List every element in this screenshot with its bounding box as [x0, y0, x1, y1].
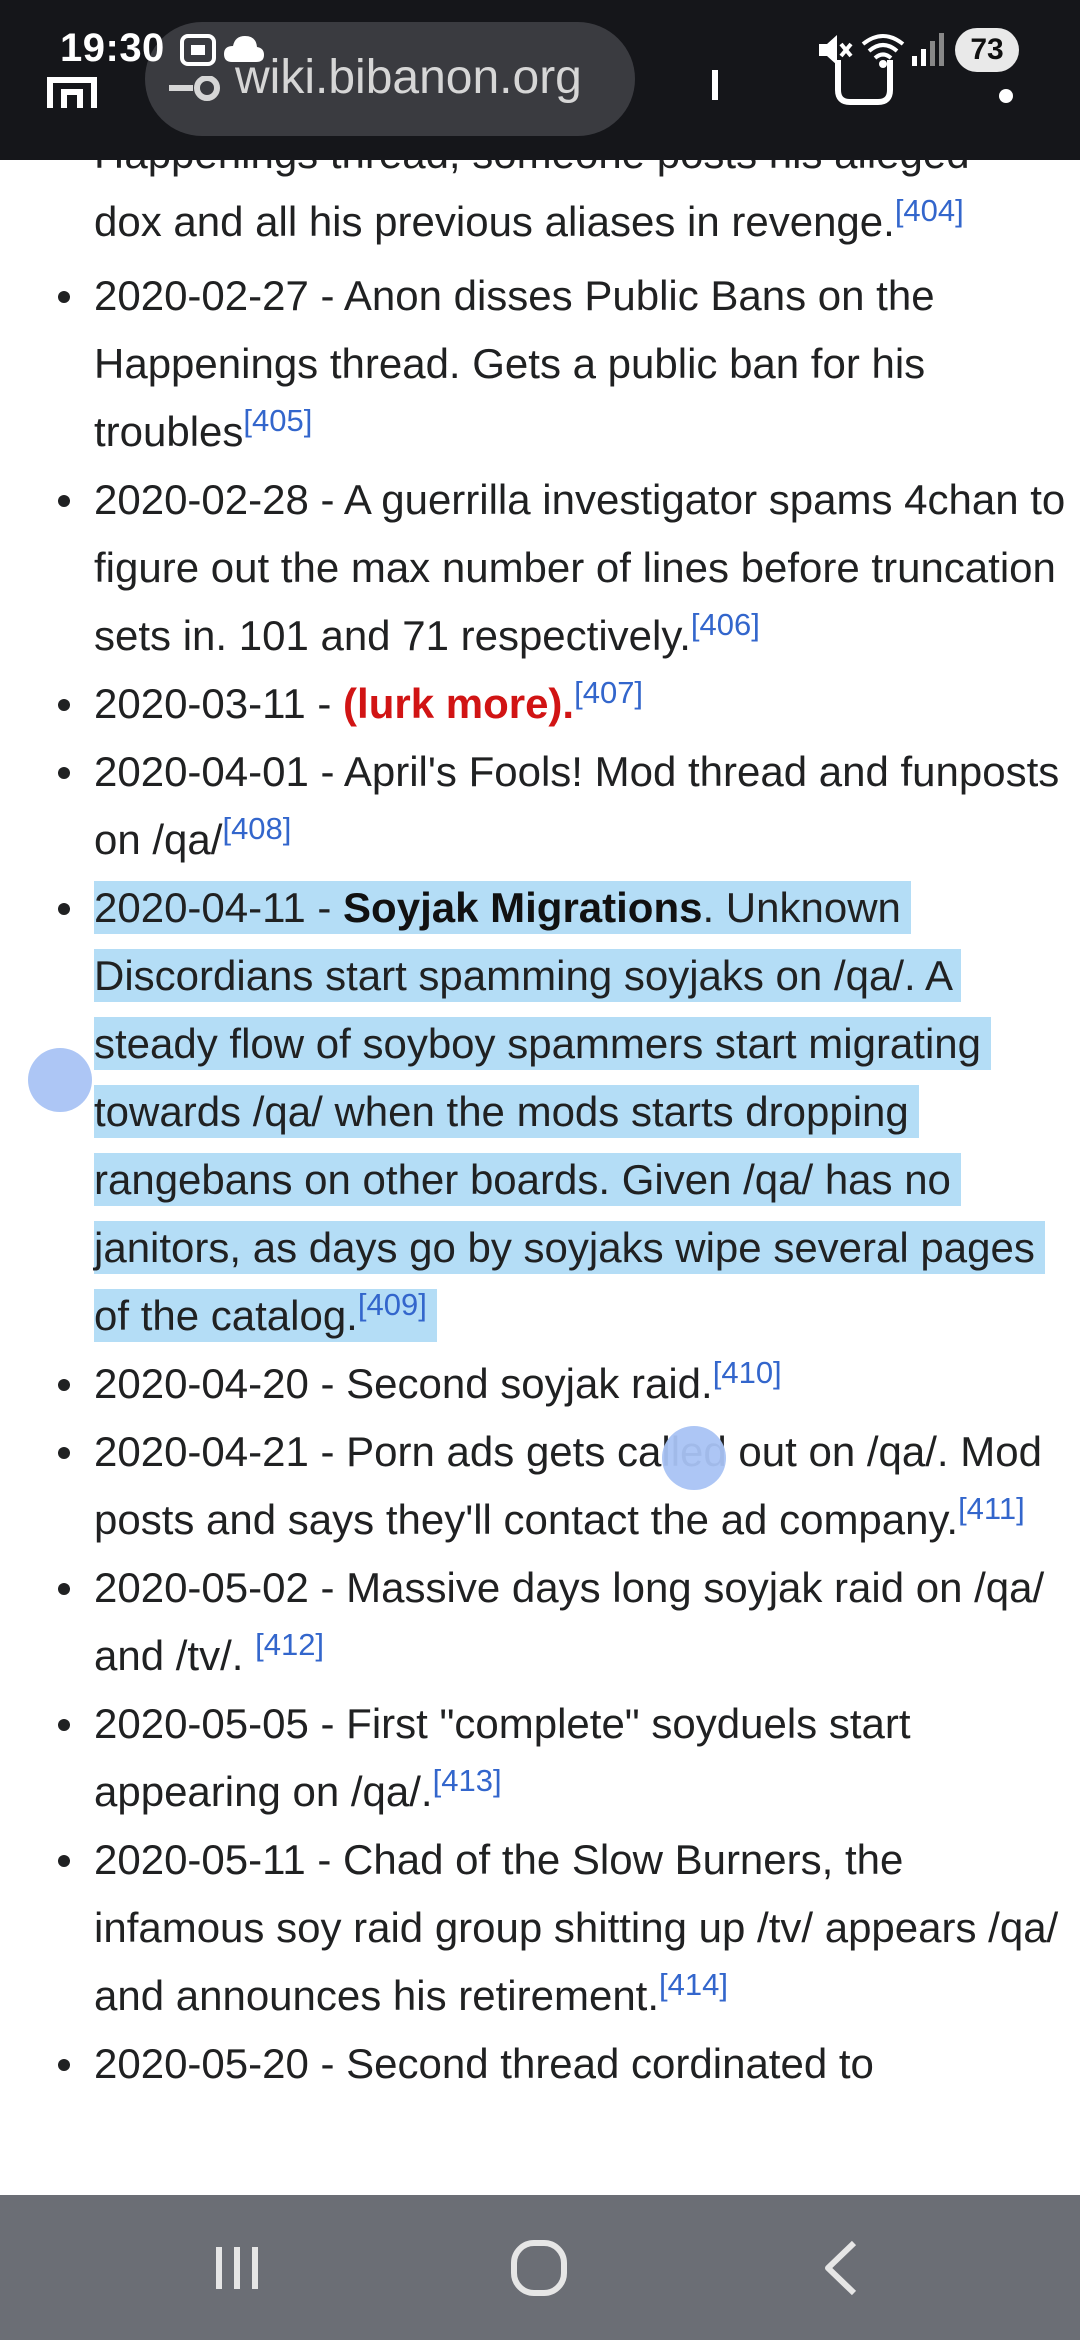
list-item: 2020-05-11 - Chad of the Slow Burners, t…: [0, 1826, 1080, 2030]
entry-text: . Unknown Discordians start spamming soy…: [94, 884, 1035, 1339]
selected-text[interactable]: 2020-04-11 - Soyjak Migrations. Unknown …: [94, 881, 1045, 1342]
wifi-icon: [861, 34, 905, 68]
selection-start-handle[interactable]: [28, 1048, 92, 1112]
citation-link[interactable]: [404]: [895, 193, 964, 228]
entry-date: 2020-04-01 -: [94, 748, 344, 795]
site-info-icon[interactable]: [167, 76, 223, 116]
entry-date: 2020-05-05 -: [94, 1700, 347, 1747]
bullet: [58, 2059, 70, 2071]
entry-text: Second thread cordinated to: [346, 2040, 874, 2087]
system-navigation-bar: [0, 2195, 1080, 2340]
list-item: 2020-03-11 - (lurk more).[407]: [0, 670, 1080, 738]
citation-link[interactable]: [406]: [691, 607, 760, 642]
list-item: 2020-04-01 - April's Fools! Mod thread a…: [0, 738, 1080, 874]
entry-date: 2020-04-11 -: [94, 884, 344, 931]
list-item: dox and all his previous aliases in reve…: [0, 188, 1080, 256]
recent-apps-button[interactable]: [202, 2233, 272, 2303]
cloud-icon: [224, 36, 264, 62]
home-icon[interactable]: [46, 68, 98, 108]
status-and-browser-bar: wiki.bibanon.org 19:30 73: [0, 0, 1080, 160]
citation-link[interactable]: [411]: [958, 1491, 1025, 1526]
home-button[interactable]: [504, 2233, 574, 2303]
citation-link[interactable]: [412]: [255, 1627, 324, 1662]
bullet: [58, 1379, 70, 1391]
url-bar[interactable]: wiki.bibanon.org: [145, 22, 635, 136]
screenshot-icon: [180, 34, 216, 66]
list-item: 2020-02-27 - Anon disses Public Bans on …: [0, 262, 1080, 466]
entry-date: 2020-04-20 -: [94, 1360, 347, 1407]
list-item: 2020-05-05 - First "complete" soyduels s…: [0, 1690, 1080, 1826]
selection-end-handle[interactable]: [662, 1426, 726, 1490]
list-item: 2020-04-21 - Porn ads gets called out on…: [0, 1418, 1080, 1554]
signal-icon: [912, 33, 944, 66]
bullet: [58, 699, 70, 711]
bullet: [58, 767, 70, 779]
citation-link[interactable]: [409]: [358, 1287, 427, 1322]
bullet: [58, 1447, 70, 1459]
list-item: 2020-05-20 - Second thread cordinated to: [0, 2030, 1080, 2098]
clock: 19:30: [60, 26, 165, 70]
bullet: [58, 495, 70, 507]
list-item: 2020-04-20 - Second soyjak raid.[410]: [0, 1350, 1080, 1418]
entry-date: 2020-04-21 -: [94, 1428, 347, 1475]
url-text: wiki.bibanon.org: [235, 51, 582, 104]
bullet: [58, 1855, 70, 1867]
entry-date: 2020-03-11 -: [94, 680, 344, 727]
list-item: 2020-02-28 - A guerrilla investigator sp…: [0, 466, 1080, 670]
entry-text: dox and all his previous aliases in reve…: [94, 198, 895, 245]
citation-link[interactable]: [407]: [574, 675, 643, 710]
list-item: 2020-05-02 - Massive days long soyjak ra…: [0, 1554, 1080, 1690]
share-icon[interactable]: [700, 70, 730, 110]
bullet: [58, 1583, 70, 1595]
entry-date: 2020-02-27 -: [94, 272, 344, 319]
bullet: [58, 903, 70, 915]
bullet: [58, 291, 70, 303]
timeline-list: Happenings thread, someone posts his all…: [0, 120, 1080, 2098]
citation-link[interactable]: [410]: [713, 1355, 782, 1390]
more-menu-icon[interactable]: [996, 66, 1016, 106]
citation-link[interactable]: [413]: [433, 1763, 502, 1798]
citation-link[interactable]: [414]: [659, 1967, 728, 2002]
mute-icon: [819, 35, 853, 65]
entry-date: 2020-05-11 -: [94, 1836, 344, 1883]
back-button[interactable]: [808, 2233, 878, 2303]
battery-indicator: 73: [955, 28, 1019, 72]
entry-date: 2020-05-02 -: [94, 1564, 347, 1611]
citation-link[interactable]: [405]: [243, 403, 312, 438]
lurk-more-link[interactable]: (lurk more).: [343, 680, 574, 727]
bullet: [58, 1719, 70, 1731]
entry-date: 2020-02-28 -: [94, 476, 344, 523]
entry-date: 2020-05-20 -: [94, 2040, 347, 2087]
citation-link[interactable]: [408]: [222, 811, 291, 846]
list-item-selected: 2020-04-11 - Soyjak Migrations. Unknown …: [0, 874, 1080, 1350]
entry-text: Second soyjak raid.: [346, 1360, 713, 1407]
article-content: Happenings thread, someone posts his all…: [0, 120, 1080, 2195]
soyjak-migrations-heading: Soyjak Migrations: [343, 884, 703, 931]
